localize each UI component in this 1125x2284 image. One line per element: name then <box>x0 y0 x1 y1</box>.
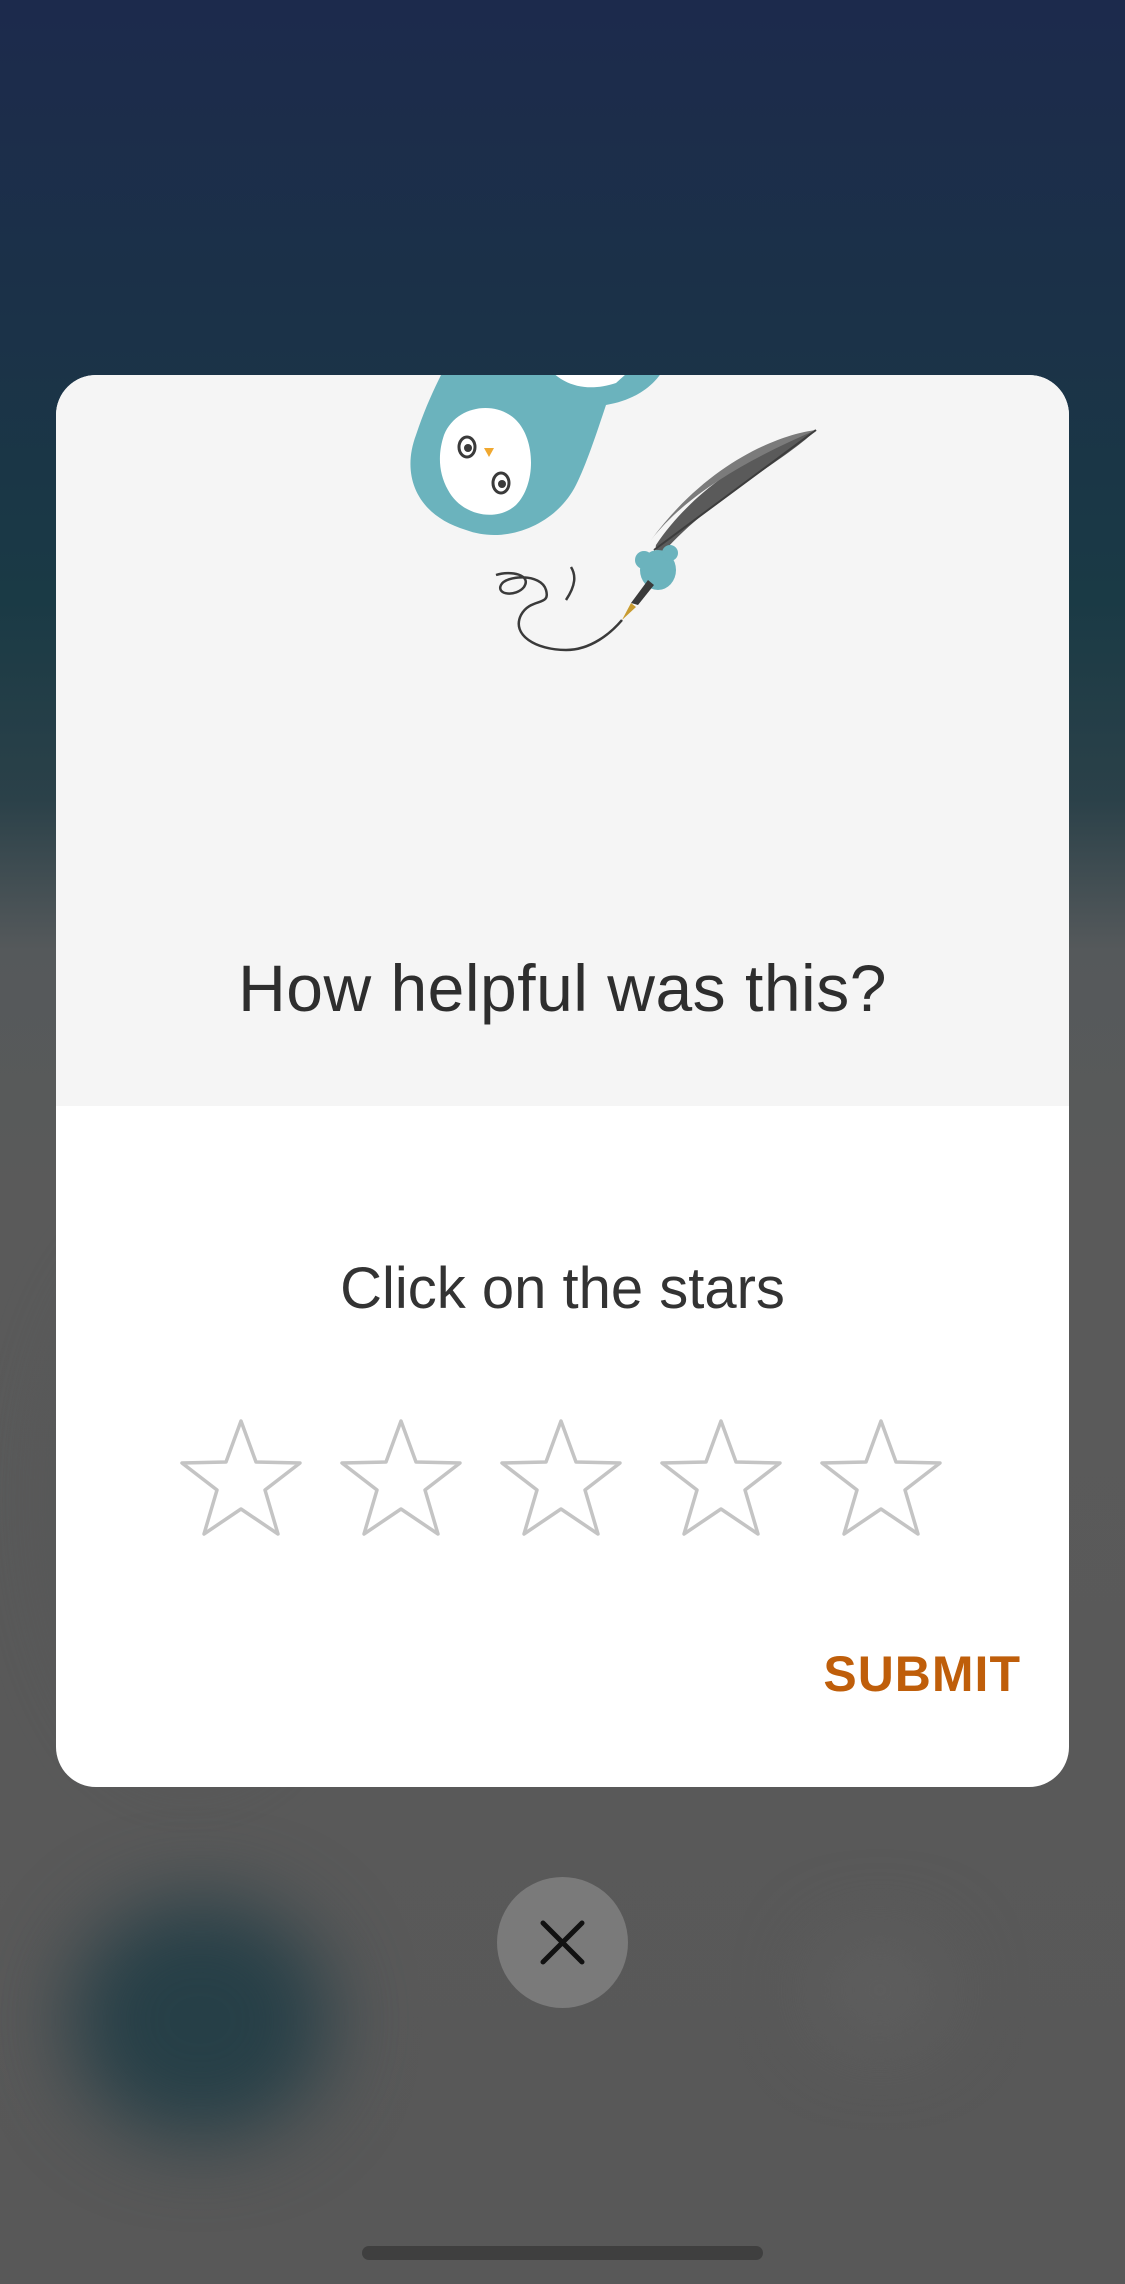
rating-instruction: Click on the stars <box>340 1256 785 1321</box>
star-1-icon[interactable] <box>178 1417 304 1539</box>
screen: How helpful was this? Click on the stars… <box>0 0 1125 2284</box>
dialog-title: How helpful was this? <box>238 951 887 1025</box>
close-icon <box>540 1920 585 1965</box>
star-2-icon[interactable] <box>338 1417 464 1539</box>
star-rating <box>178 1417 958 1547</box>
dialog-header: How helpful was this? <box>56 375 1069 1106</box>
close-button[interactable] <box>497 1877 628 2008</box>
home-indicator[interactable] <box>362 2246 763 2260</box>
rating-dialog: How helpful was this? Click on the stars… <box>56 375 1069 1787</box>
owl-writer-illustration <box>410 375 817 652</box>
star-5-icon[interactable] <box>818 1417 944 1539</box>
star-4-icon[interactable] <box>658 1417 784 1539</box>
star-3-icon[interactable] <box>498 1417 624 1539</box>
background-blur <box>70 1900 330 2140</box>
background-blur <box>820 1940 940 2040</box>
submit-button[interactable]: SUBMIT <box>823 1645 1021 1703</box>
